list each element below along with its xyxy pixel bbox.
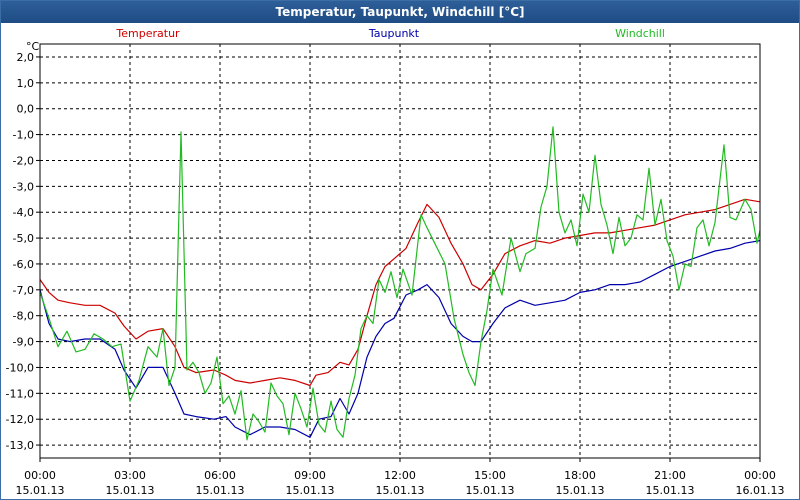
x-tick-label-date: 15.01.13 [16,484,65,497]
line-chart: °C2,01,00,0-1,0-2,0-3,0-4,0-5,0-6,0-7,0-… [6,27,785,497]
x-tick-label-date: 15.01.13 [646,484,695,497]
x-tick-label-date: 15.01.13 [106,484,155,497]
legend-entry-windchill: Windchill [615,27,665,40]
legend-entry-taupunkt: Taupunkt [368,27,420,40]
y-tick-label: -13,0 [6,439,34,452]
x-tick-label-time: 03:00 [114,469,146,482]
y-tick-label: 1,0 [17,77,35,90]
y-tick-label: 2,0 [17,51,35,64]
y-tick-label: -12,0 [6,413,34,426]
x-tick-label-date: 15.01.13 [466,484,515,497]
x-tick-label-time: 15:00 [474,469,506,482]
y-tick-label: -7,0 [13,284,34,297]
x-tick-label-time: 21:00 [654,469,686,482]
x-tick-label-date: 15.01.13 [196,484,245,497]
legend: Temperatur Taupunkt Windchill [115,27,665,40]
x-tick-label-time: 12:00 [384,469,416,482]
y-tick-label: -9,0 [13,336,34,349]
grid-lines [40,44,760,458]
x-tick-label-date: 15.01.13 [376,484,425,497]
y-axis: °C2,01,00,0-1,0-2,0-3,0-4,0-5,0-6,0-7,0-… [6,40,40,452]
x-tick-label-time: 00:00 [744,469,776,482]
y-tick-label: -4,0 [13,206,34,219]
y-tick-label: -6,0 [13,258,34,271]
y-tick-label: -2,0 [13,154,34,167]
legend-entry-temperatur: Temperatur [115,27,180,40]
y-tick-label: -10,0 [6,361,34,374]
y-tick-label: -3,0 [13,180,34,193]
x-tick-label-date: 15.01.13 [286,484,335,497]
y-tick-label: -5,0 [13,232,34,245]
x-tick-label-time: 06:00 [204,469,236,482]
y-tick-label: -8,0 [13,310,34,323]
y-tick-label: -1,0 [13,129,34,142]
y-tick-label: 0,0 [17,103,35,116]
x-tick-label-date: 15.01.13 [556,484,605,497]
x-axis: 00:00 15.01.13 03:00 15.01.13 06:00 15.01.13 0… [16,458,785,497]
x-tick-label-time: 09:00 [294,469,326,482]
x-tick-label-date: 16.01.13 [736,484,785,497]
y-tick-label: -11,0 [6,387,34,400]
x-tick-label-time: 00:00 [24,469,56,482]
x-tick-label-time: 18:00 [564,469,596,482]
